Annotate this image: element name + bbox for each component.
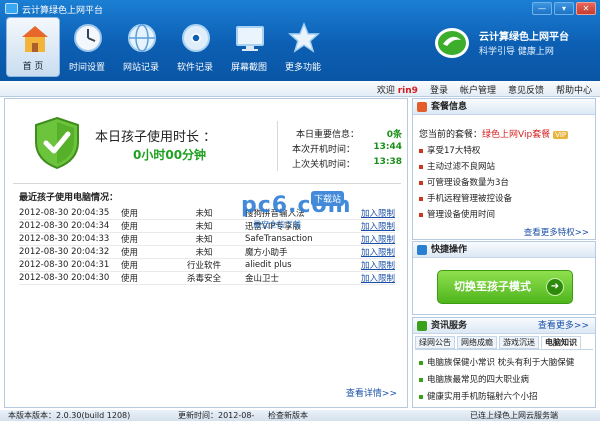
recent-usage-title: 最近孩子使用电脑情况：	[19, 193, 119, 203]
news-icon	[417, 321, 427, 331]
table-row: 2012-08-30 20:04:32 使用 未知 魔方小助手 加入限制	[19, 245, 395, 259]
login-link[interactable]: 登录	[430, 83, 448, 96]
table-row: 2012-08-30 20:04:30 使用 杀毒安全 金山卫士 加入限制	[19, 271, 395, 285]
star-icon	[288, 21, 320, 53]
welcome-text: 欢迎 rin9	[376, 86, 418, 96]
tab-internet-addiction[interactable]: 网络成瘾	[457, 336, 497, 349]
app-logo-icon	[5, 3, 18, 14]
username: rin9	[397, 86, 418, 96]
clock-icon	[74, 24, 102, 52]
check-update-link[interactable]: 检查新版本	[268, 410, 308, 421]
nav-time-settings[interactable]: 时间设置	[60, 17, 114, 77]
switch-to-child-mode-button[interactable]: 切换至孩子模式 ➜	[437, 270, 573, 304]
package-info-header: 套餐信息	[413, 99, 595, 115]
feature-item: 享受17大特权	[419, 144, 480, 156]
side-panel: 套餐信息 您当前的套餐：绿色上网Vip套餐 VIP 享受17大特权 主动过滤不良…	[412, 98, 596, 408]
globe-icon	[128, 24, 156, 52]
update-time-text: 更新时间：2012-08-	[178, 411, 255, 420]
feedback-link[interactable]: 意见反馈	[508, 83, 544, 96]
menu-bar: 欢迎 rin9 登录 帐户管理 意见反馈 帮助中心	[0, 81, 600, 97]
watermark-badge: 下载站	[311, 191, 345, 206]
feature-item: 手机远程管理被控设备	[419, 192, 512, 204]
vip-badge: VIP	[553, 131, 569, 139]
tab-game-addiction[interactable]: 游戏沉迷	[499, 336, 539, 349]
help-center-link[interactable]: 帮助中心	[556, 83, 592, 96]
add-restriction-link[interactable]: 加入限制	[349, 245, 395, 259]
package-name[interactable]: 绿色上网Vip套餐	[482, 130, 550, 140]
main-nav: 首 页 时间设置 网站记录 软件记录 屏幕截图 更多功能	[6, 17, 330, 77]
divider	[277, 121, 278, 171]
home-icon	[22, 26, 48, 52]
divider	[415, 349, 593, 350]
feature-item: 管理设备使用时间	[419, 208, 495, 220]
quick-actions-box: 快捷操作 切换至孩子模式 ➜	[412, 241, 596, 315]
nav-more-functions[interactable]: 更多功能	[276, 17, 330, 77]
tab-green-net-notice[interactable]: 绿网公告	[415, 336, 455, 349]
main-panel: 本日孩子使用时长 ： 0小时00分钟 本日重要信息： 0条 本次开机时间： 13:4…	[4, 98, 408, 408]
title-toolbar: 云计算绿色上网平台 — ▾ ✕ 首 页 时间设置 网站记录 软件记录 屏幕截图 …	[0, 0, 600, 81]
info-row: 本次开机时间： 13:44	[292, 142, 402, 155]
current-package: 您当前的套餐：绿色上网Vip套餐 VIP	[419, 130, 569, 140]
shield-check-icon	[35, 116, 79, 170]
nav-home[interactable]: 首 页	[6, 17, 60, 77]
minimize-button[interactable]: —	[532, 2, 552, 15]
version-text: 本版本版本：2.0.30(build 1208)	[8, 411, 131, 420]
nav-software-records[interactable]: 软件记录	[168, 17, 222, 77]
add-restriction-link[interactable]: 加入限制	[349, 271, 395, 285]
brand-slogan: 科学引导 健康上网	[479, 47, 554, 57]
info-row: 上次关机时间： 13:38	[292, 157, 402, 170]
feature-item: 主动过滤不良网站	[419, 160, 495, 172]
news-service-box: 资讯服务 查看更多>> 绿网公告 网络成瘾 游戏沉迷 电脑知识 电脑族保健小常识…	[412, 317, 596, 408]
watermark: pc6.com 下载站 最安全的下载	[237, 191, 377, 235]
important-info: 本日重要信息： 0条 本次开机时间： 13:44 上次关机时间： 13:38	[292, 127, 402, 172]
account-management-link[interactable]: 帐户管理	[460, 83, 496, 96]
news-item[interactable]: 电脑族保健小常识 枕头有利于大脑保健	[419, 356, 574, 368]
arrow-right-icon: ➜	[546, 278, 564, 296]
view-more-privileges-link[interactable]: 查看更多特权>>	[524, 226, 589, 238]
view-details-link[interactable]: 查看详情>>	[346, 386, 397, 399]
news-item[interactable]: 健康实用手机防辐射六个小招	[419, 390, 538, 402]
window-controls: — ▾ ✕	[532, 2, 596, 15]
divider	[13, 183, 401, 184]
connection-status: 已连上绿色上网云服务端	[470, 411, 558, 420]
news-item[interactable]: 电脑族最常见的四大职业病	[419, 373, 529, 385]
news-service-header: 资讯服务 查看更多>>	[413, 318, 595, 334]
disc-icon	[182, 24, 210, 52]
monitor-icon	[236, 26, 264, 51]
nav-screenshots[interactable]: 屏幕截图	[222, 17, 276, 77]
brand: 云计算绿色上网平台 科学引导 健康上网	[433, 24, 593, 64]
package-info-box: 套餐信息 您当前的套餐：绿色上网Vip套餐 VIP 享受17大特权 主动过滤不良…	[412, 98, 596, 240]
info-row: 本日重要信息： 0条	[296, 130, 402, 140]
quick-actions-header: 快捷操作	[413, 242, 595, 258]
nav-website-records[interactable]: 网站记录	[114, 17, 168, 77]
close-button[interactable]: ✕	[576, 2, 596, 15]
add-restriction-link[interactable]: 加入限制	[349, 258, 395, 272]
table-row: 2012-08-30 20:04:31 使用 行业软件 aliedit plus 加…	[19, 258, 395, 272]
brand-name: 云计算绿色上网平台	[479, 32, 569, 43]
window-title: 云计算绿色上网平台	[22, 6, 104, 16]
brand-logo-icon	[435, 28, 469, 58]
news-tabs: 绿网公告 网络成瘾 游戏沉迷 电脑知识	[415, 336, 581, 349]
menu-dropdown-button[interactable]: ▾	[554, 2, 574, 15]
usage-title: 本日孩子使用时长 ：	[95, 130, 217, 145]
view-more-news-link[interactable]: 查看更多>>	[538, 318, 589, 334]
package-icon	[417, 102, 427, 112]
usage-value: 0小时00分钟	[133, 148, 207, 162]
watermark-sub: 最安全的下载	[253, 220, 301, 229]
quick-icon	[417, 245, 427, 255]
tab-computer-knowledge[interactable]: 电脑知识	[541, 336, 581, 349]
status-bar: 本版本版本：2.0.30(build 1208) 更新时间：2012-08- 检…	[0, 410, 600, 421]
feature-item: 可管理设备数量为3台	[419, 176, 509, 188]
